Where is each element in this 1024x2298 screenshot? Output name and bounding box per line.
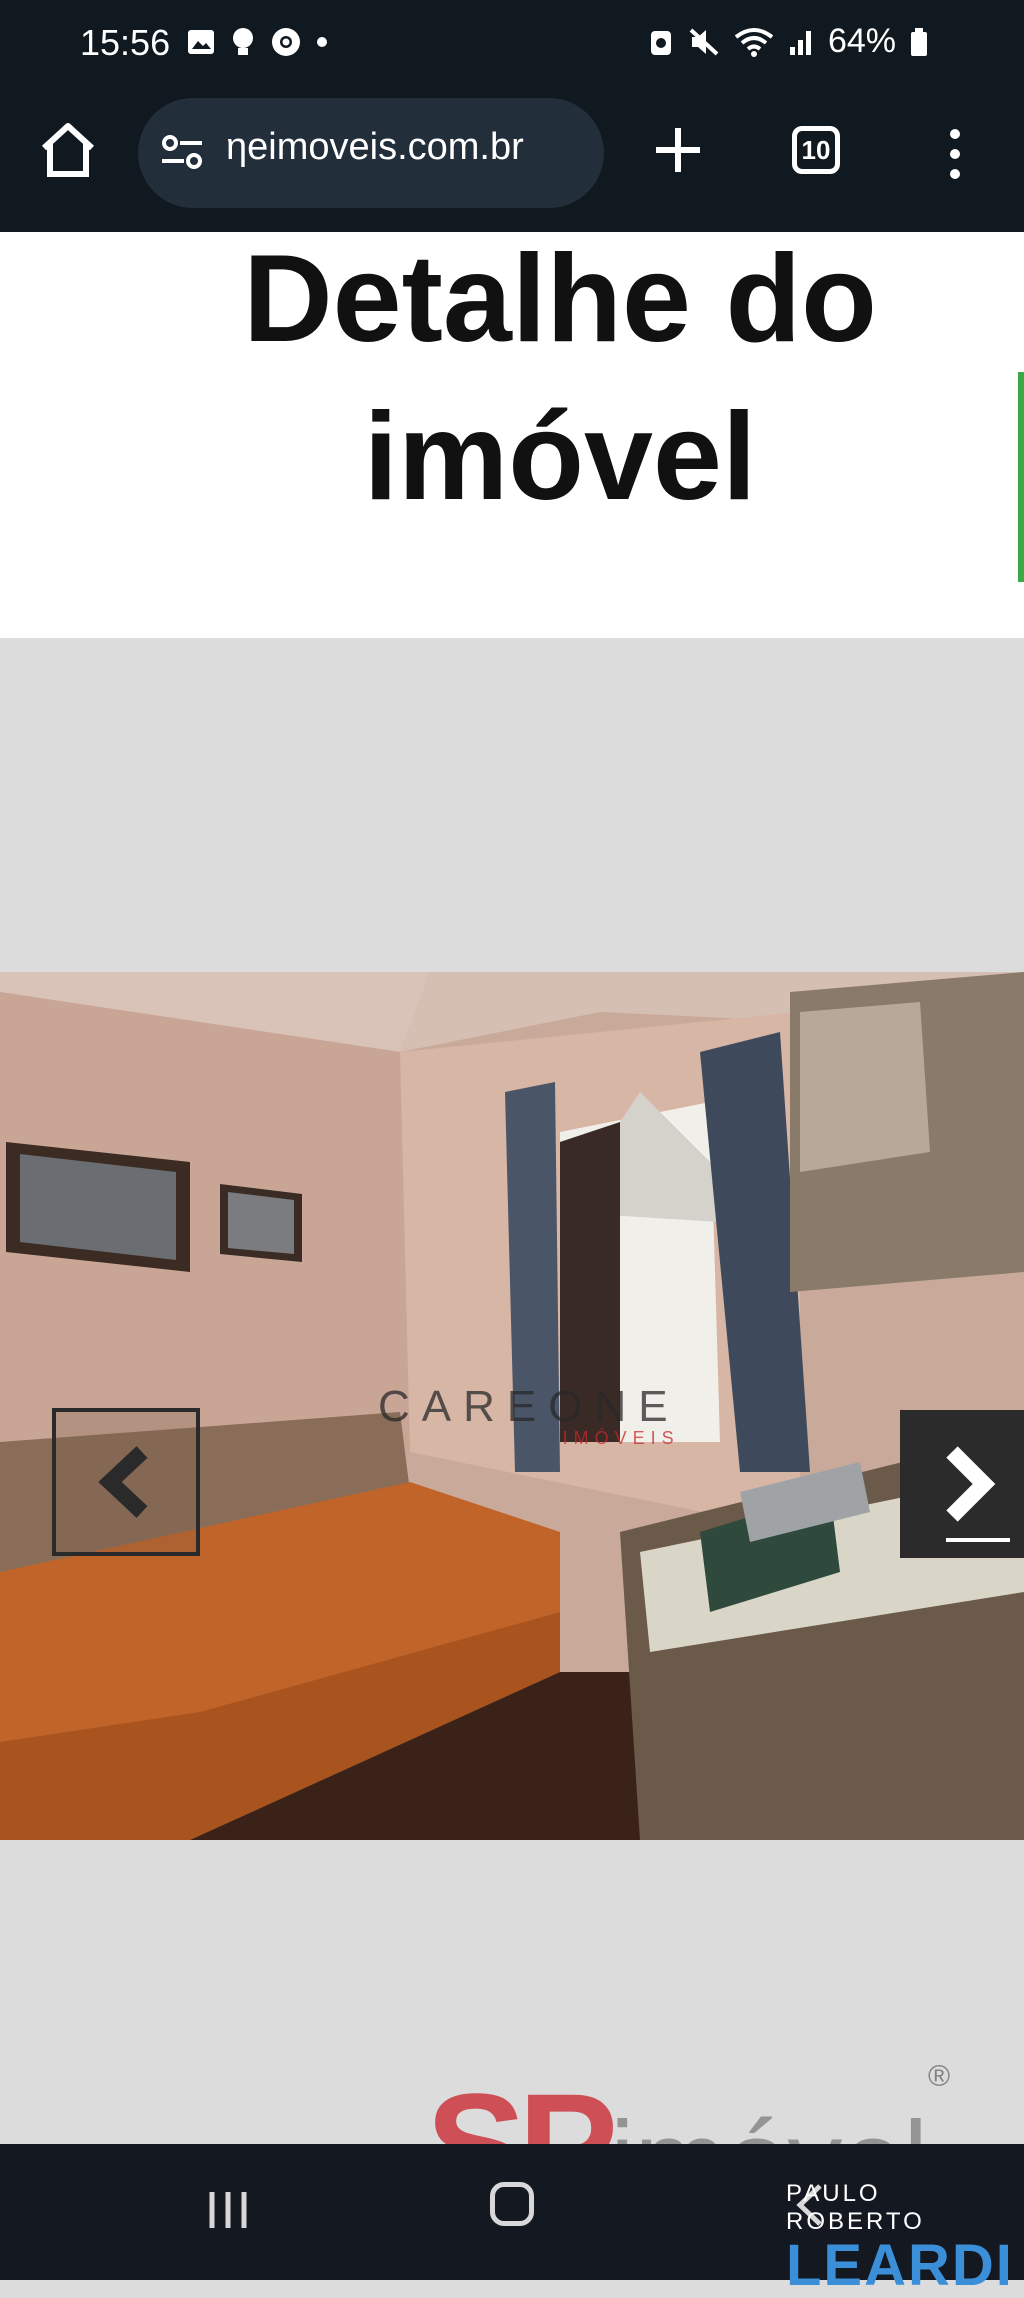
more-menu-icon[interactable] (940, 124, 970, 184)
wifi-icon (734, 27, 774, 57)
page-title: Detalhe do imóvel (160, 232, 960, 536)
tab-switcher-button[interactable]: 10 (792, 126, 840, 174)
image-icon (188, 30, 214, 54)
chrome-icon (272, 28, 300, 56)
bulb-icon (233, 28, 253, 55)
battery-percent: 64% (827, 22, 896, 60)
chevron-left-icon (98, 1446, 148, 1518)
leardi-logo-name: LEARDI (786, 2233, 1014, 2298)
watermark-brand: CAREONE (378, 1382, 680, 1431)
url-bar[interactable]: ηeimoveis.com.br (138, 98, 604, 208)
chevron-right-icon (946, 1446, 1010, 1542)
status-time: 15:56 (80, 22, 171, 63)
mute-icon (689, 28, 719, 55)
status-bar: 15:56 64% (0, 0, 1024, 90)
sp-logo-trademark: ® (927, 2060, 951, 2093)
leardi-logo-top: PAULO ROBERTO (786, 2180, 925, 2235)
gallery-prev-button[interactable] (52, 1408, 200, 1556)
new-tab-icon[interactable] (646, 118, 710, 182)
battery-icon (911, 27, 927, 56)
dot-icon (317, 37, 327, 47)
battery-saver-icon (650, 30, 671, 55)
page-title-line1: Detalhe do (243, 232, 877, 368)
photo-watermark: CAREONE IMÓVEIS (378, 1382, 680, 1449)
nav-home-button[interactable] (490, 2182, 534, 2226)
signal-icon (789, 30, 811, 55)
page-header: Detalhe do imóvel (0, 232, 1024, 638)
browser-toolbar: ηeimoveis.com.br 10 (0, 90, 1024, 232)
status-system-icons: 64% (648, 22, 928, 61)
side-tab-indicator[interactable] (1018, 372, 1024, 582)
status-notification-icons (186, 26, 328, 58)
recent-apps-icon[interactable] (204, 2186, 252, 2234)
home-icon[interactable] (36, 118, 100, 182)
leardi-logo: PAULO ROBERTO LEARDI (786, 2180, 1024, 2296)
url-text: ηeimoveis.com.br (226, 126, 524, 168)
site-settings-icon[interactable] (160, 132, 204, 172)
page-title-line2: imóvel (363, 388, 757, 526)
gallery-next-button[interactable] (900, 1410, 1024, 1558)
